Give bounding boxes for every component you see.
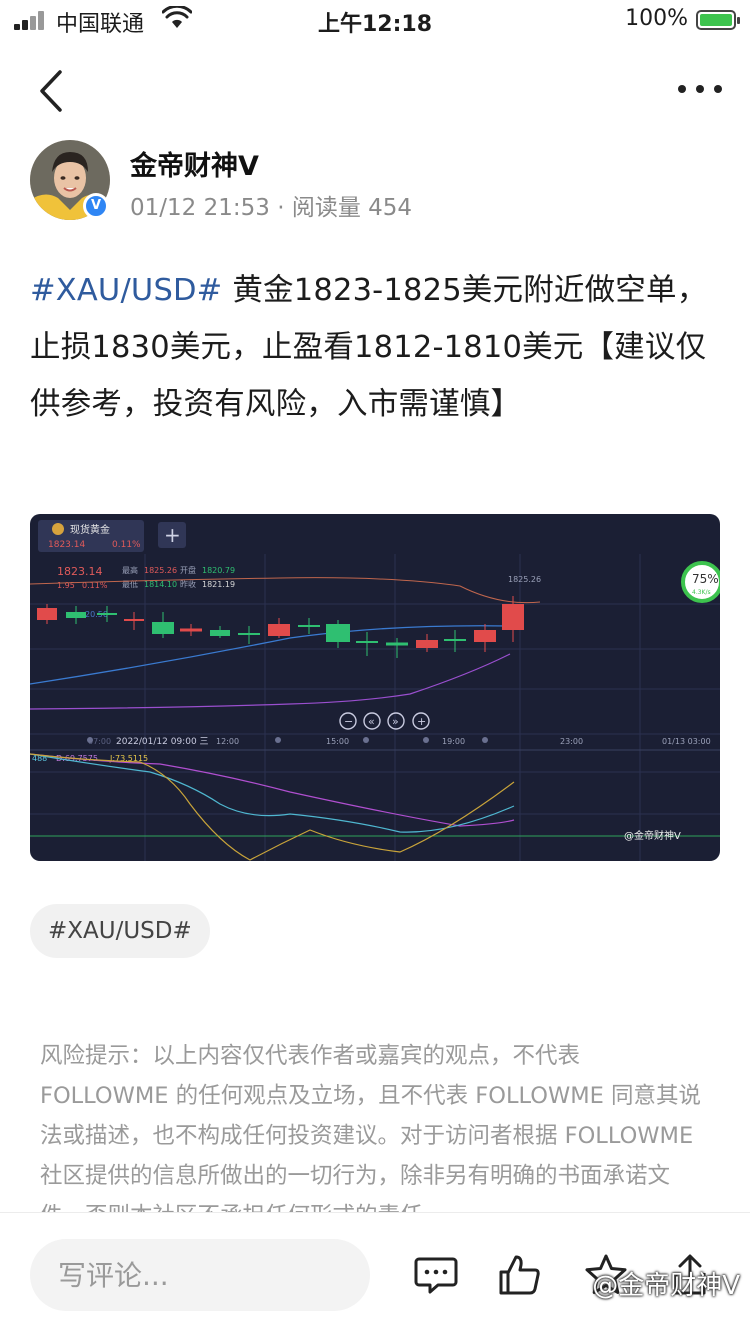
battery-icon [696,10,740,30]
chart-time-label: 01/13 03:00 [662,737,711,746]
chart-prev: 1821.19 [202,580,235,589]
chart-open-label: 开盘 [180,565,196,575]
chart-speed: 4.3K/s [692,589,711,596]
comment-input[interactable] [30,1239,370,1311]
svg-text:«: « [368,715,375,728]
svg-text:−: − [344,715,353,728]
svg-text:+: + [164,523,181,547]
chart-date-label: 2022/01/12 09:00 三 [116,737,209,747]
topic-tag-chip[interactable]: #XAU/USD# [30,904,210,958]
comment-icon[interactable] [414,1253,458,1297]
chart-tab-title: 现货黄金 [70,523,110,536]
chart-time-label: 19:00 [442,737,465,746]
post-content: #XAU/USD# 黄金1823-1825美元附近做空单，止损1830美元，止盈… [30,262,720,433]
chart-watermark: @金帝财神V [624,829,681,842]
nav-bar [0,56,750,126]
chart-high-label: 最高 [122,565,138,575]
chart-screenshot-image[interactable]: 现货黄金 1823.14 0.11% + 1823.14 1.95 0.11% … [30,514,720,861]
chart-time-label: 15:00 [326,737,349,746]
author-header: V 金帝财神V 01/12 21:53 · 阅读量 454 [30,140,730,230]
svg-text:+: + [417,715,426,728]
meta-separator: · [277,195,285,221]
like-thumb-icon[interactable] [498,1253,542,1297]
chart-tab-change: 0.11% [112,540,141,550]
image-watermark: @金帝财神V [592,1271,740,1301]
chart-price: 1823.14 [57,565,103,578]
more-options-icon[interactable] [678,82,722,96]
post-meta: 01/12 21:53 · 阅读量 454 [130,188,412,222]
chart-low: 1814.10 [144,580,177,589]
post-date: 01/12 21:53 [130,195,270,221]
chart-high: 1825.26 [144,566,177,575]
chart-time-label: 23:00 [560,737,583,746]
chart-prev-label: 昨收 [180,579,196,589]
read-count: 454 [368,195,413,221]
battery-percent: 100% [625,6,688,31]
back-arrow-icon[interactable] [30,66,74,116]
bottom-action-bar: @金帝财神V [0,1212,750,1334]
status-bar: 中国联通 上午12:18 100% [0,0,750,40]
chart-tab-price: 1823.14 [48,540,85,550]
read-count-label: 阅读量 [291,195,361,221]
verified-badge-icon: V [83,193,109,219]
chart-open: 1820.79 [202,566,235,575]
risk-disclaimer: 风险提示：以上内容仅代表作者或嘉宾的观点，不代表 FOLLOWME 的任何观点及… [40,1043,701,1216]
chart-peak-label: 1825.26 [508,575,541,584]
chart-screenshot-drawing: 现货黄金 1823.14 0.11% + 1823.14 1.95 0.11% … [30,520,720,861]
author-name[interactable]: 金帝财神V [130,144,259,183]
svg-text:»: » [392,715,399,728]
chart-time-label: 12:00 [216,737,239,746]
chart-speed-pct: 75% [692,572,719,586]
post-hashtag-link[interactable]: #XAU/USD# [30,273,222,308]
